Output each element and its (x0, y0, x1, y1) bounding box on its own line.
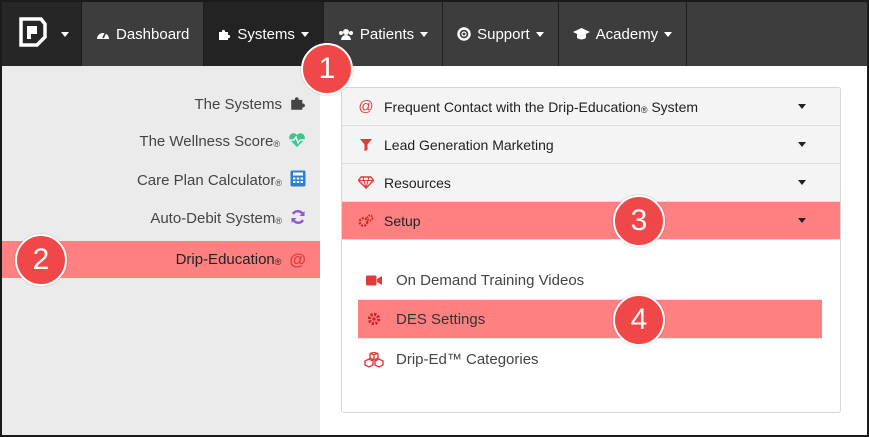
nav-patients-label: Patients (359, 25, 415, 43)
callout-badge-3: 3 (613, 195, 665, 247)
callout-badge-4: 4 (613, 294, 665, 346)
accordion-frequent-contact[interactable]: @ Frequent Contact with the Drip-Educati… (342, 88, 840, 126)
setup-item-drip-ed-categories[interactable]: Drip-Ed™ Categories (358, 340, 822, 379)
nav-systems-label: Systems (237, 25, 295, 43)
chevron-down-icon (300, 31, 309, 37)
puzzle-icon (290, 95, 306, 115)
sidebar-item-label: Drip-Education® (175, 251, 282, 268)
brand-logo-menu[interactable] (2, 2, 82, 66)
accordion-lead-generation[interactable]: Lead Generation Marketing (342, 126, 840, 164)
sidebar-item-auto-debit-system[interactable]: Auto-Debit System® (2, 200, 320, 237)
life-ring-icon (457, 27, 471, 41)
nav-academy-label: Academy (595, 25, 659, 43)
callout-badge-1: 1 (301, 43, 353, 95)
accordion-panel: @ Frequent Contact with the Drip-Educati… (341, 87, 841, 413)
refresh-icon (290, 209, 306, 229)
setup-item-label: Drip-Ed™ Categories (396, 351, 539, 368)
chevron-down-icon (60, 31, 69, 37)
nav-academy[interactable]: Academy (559, 2, 688, 66)
setup-item-training-videos[interactable]: On Demand Training Videos (358, 261, 822, 300)
accordion-label: Setup (384, 212, 421, 229)
chevron-down-icon (420, 31, 429, 37)
nav-support-label: Support (477, 25, 530, 43)
nav-dashboard-label: Dashboard (116, 25, 190, 43)
diamond-icon (356, 176, 376, 189)
accordion-resources[interactable]: Resources (342, 164, 840, 202)
accordion-label: Lead Generation Marketing (384, 136, 554, 153)
chevron-down-icon (798, 180, 806, 185)
callout-badge-2: 2 (15, 234, 67, 286)
puzzle-icon (218, 28, 231, 41)
sidebar-item-the-systems[interactable]: The Systems (2, 86, 320, 123)
sidebar-item-wellness-score[interactable]: The Wellness Score® (2, 123, 320, 160)
chevron-down-icon (798, 104, 806, 109)
sidebar-item-label: Care Plan Calculator® (136, 172, 282, 189)
accordion-label: Resources (384, 174, 451, 191)
chevron-down-icon (664, 31, 673, 37)
cog-icon (364, 312, 384, 326)
nav-support[interactable]: Support (443, 2, 559, 66)
app-frame: Dashboard Systems Patients Support Acade… (0, 0, 869, 437)
at-icon: @ (289, 249, 306, 269)
at-icon: @ (358, 98, 374, 115)
users-icon (338, 28, 354, 41)
heartbeat-icon (288, 132, 306, 152)
nav-dashboard[interactable]: Dashboard (82, 2, 205, 66)
accordion-setup[interactable]: Setup (342, 202, 840, 240)
sidebar-item-label: Auto-Debit System® (150, 210, 282, 227)
calculator-icon (290, 170, 306, 191)
setup-item-des-settings[interactable]: DES Settings (358, 300, 822, 339)
graduation-cap-icon (572, 28, 590, 40)
dashboard-icon (96, 28, 110, 40)
setup-item-label: On Demand Training Videos (396, 271, 585, 289)
sidebar-item-label: The Wellness Score® (139, 133, 280, 150)
chevron-down-icon (798, 142, 806, 147)
video-camera-icon (364, 275, 384, 286)
sidebar-item-label: The Systems (194, 96, 282, 113)
filter-icon (356, 138, 376, 151)
sidebar-item-care-plan-calculator[interactable]: Care Plan Calculator® (2, 162, 320, 199)
cogs-icon (356, 214, 376, 228)
top-navbar: Dashboard Systems Patients Support Acade… (2, 2, 867, 66)
main-content: @ Frequent Contact with the Drip-Educati… (320, 66, 867, 435)
chevron-down-icon (798, 218, 806, 223)
setup-item-label: DES Settings (396, 310, 486, 328)
brand-logo-icon (15, 15, 49, 54)
accordion-label: Frequent Contact with the Drip-Education… (384, 98, 699, 115)
chevron-down-icon (535, 31, 544, 37)
cubes-icon (364, 351, 384, 368)
